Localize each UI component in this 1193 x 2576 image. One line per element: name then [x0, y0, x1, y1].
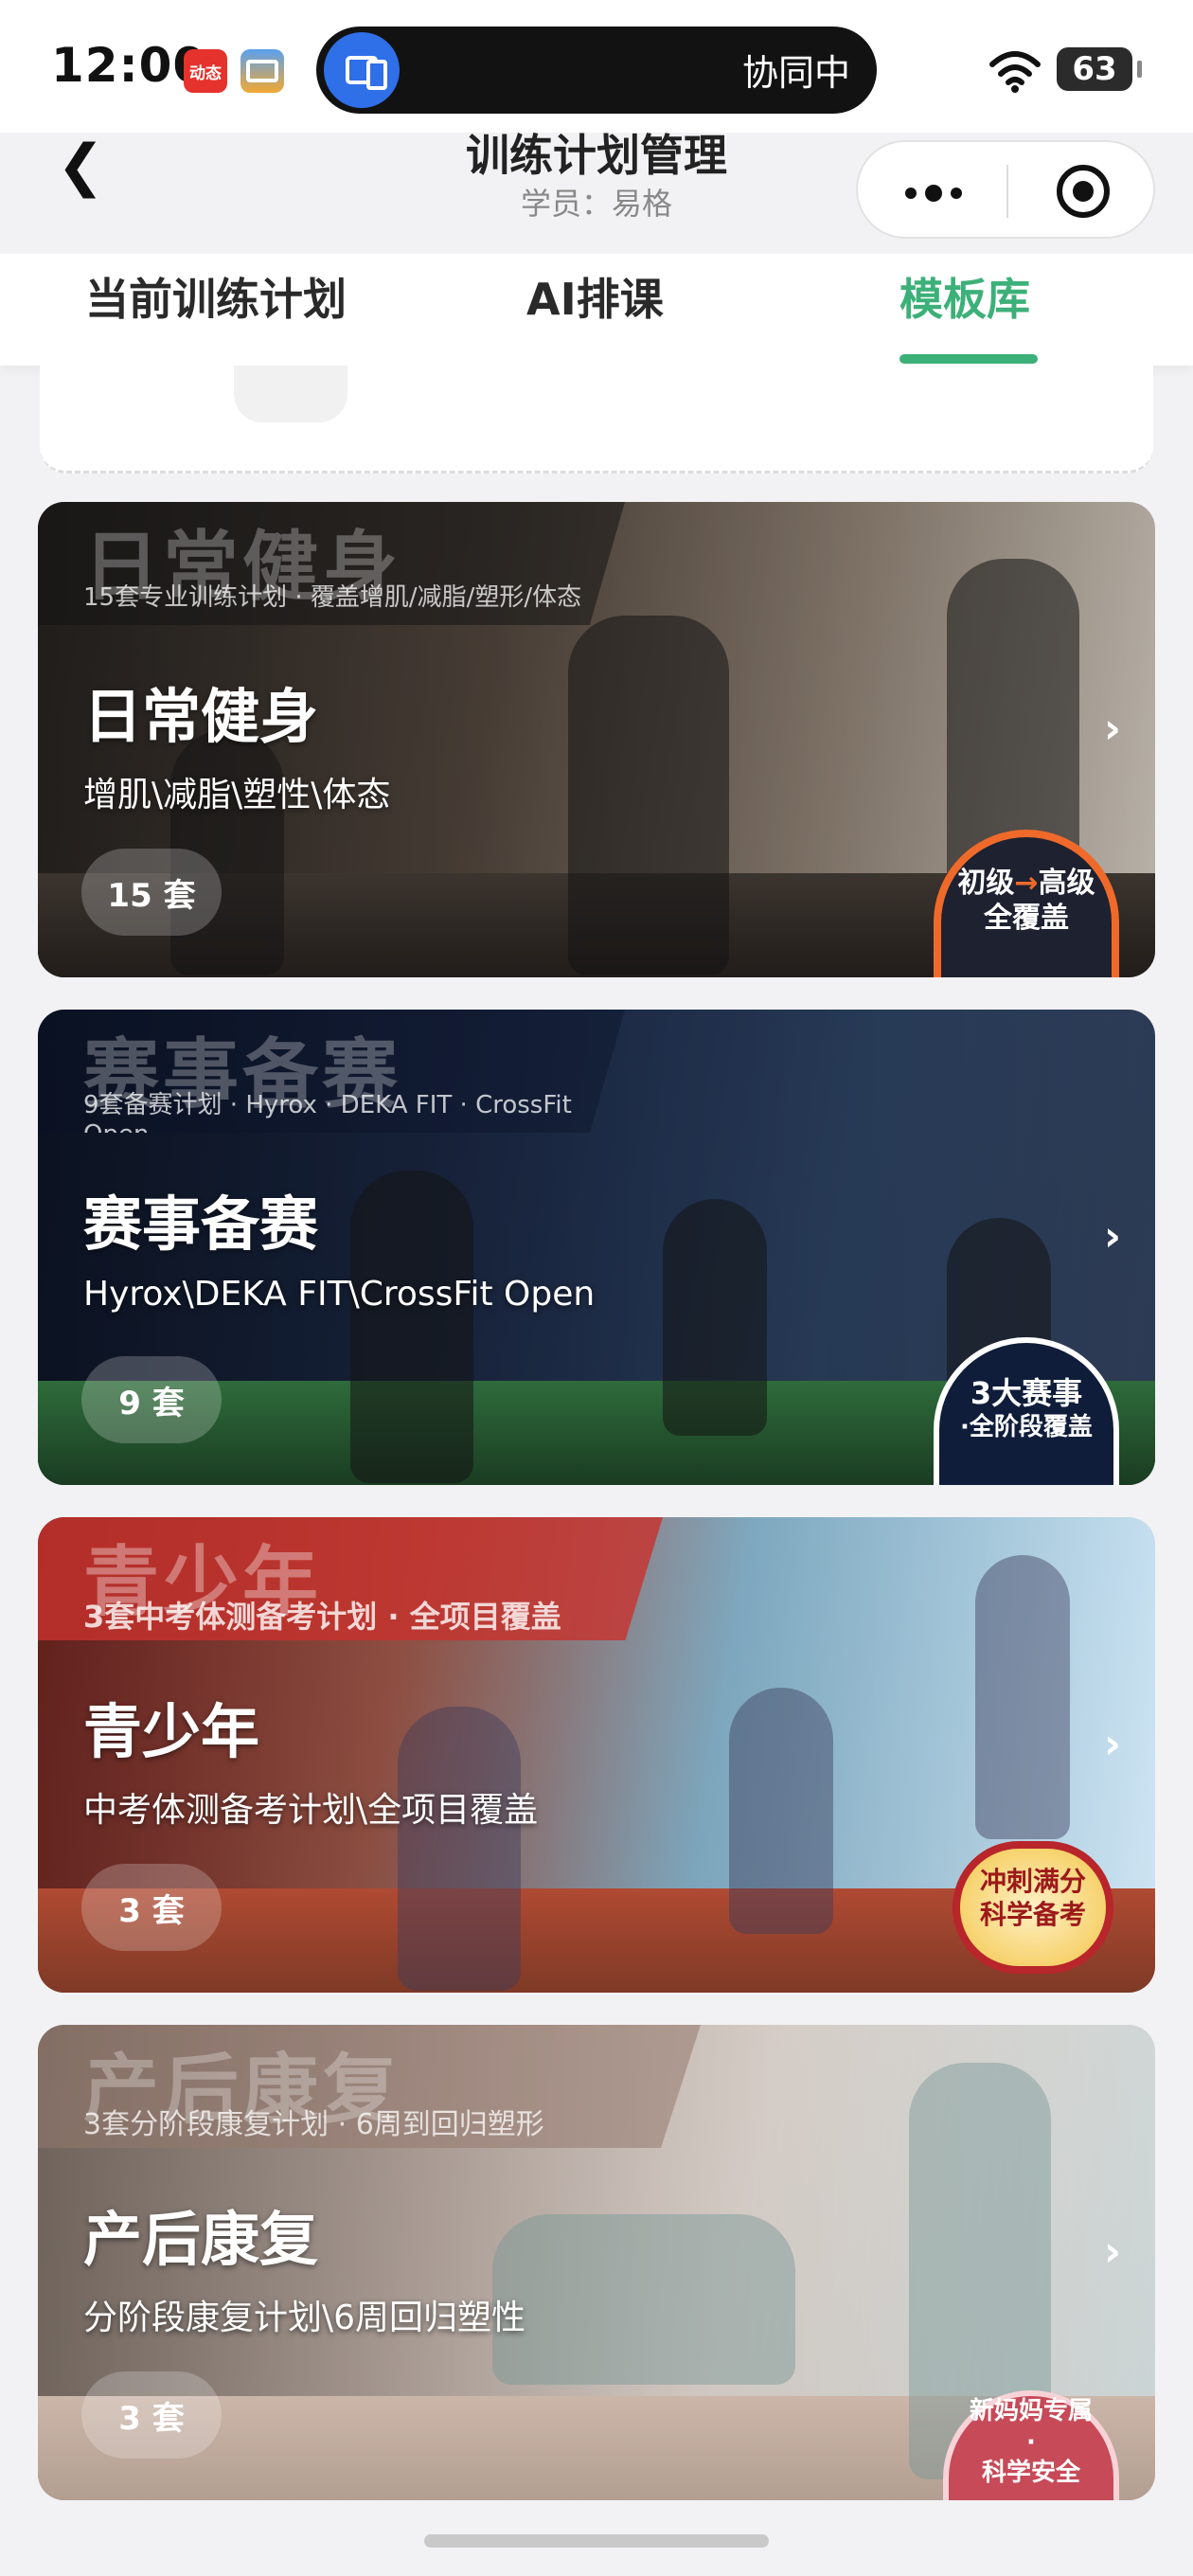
miniprogram-capsule [856, 140, 1155, 239]
app-badge-icon: 动态 [184, 49, 227, 93]
battery-icon: 63 [1057, 47, 1142, 91]
collab-pill[interactable]: 协同中 [316, 27, 877, 114]
seal-text: · [1026, 2427, 1036, 2457]
card-image-figure [398, 1707, 521, 1991]
card-description: 中考体测备考计划\全项目覆盖 [83, 1791, 539, 1830]
template-card-postpartum[interactable]: 产后康复 3套分阶段康复计划 · 6周到回归塑形 产后康复 分阶段康复计划\6周… [38, 2025, 1155, 2500]
card-banner: 青少年 3套中考体测备考计划 · 全项目覆盖 [38, 1517, 663, 1640]
active-tab-indicator [899, 354, 1038, 364]
card-image-figure [350, 1171, 473, 1483]
card-description: 增肌\减脂\塑性\体态 [83, 776, 391, 814]
wifi-icon [989, 51, 1041, 93]
template-card-daily-fitness[interactable]: 日常健身 15套专业训练计划 · 覆盖增肌/减脂/塑形/体态 日常健身 增肌\减… [38, 502, 1155, 977]
seal-text: 科学备考 [979, 1899, 1086, 1930]
arrow-right-icon: → [1014, 866, 1039, 900]
chevron-right-icon: › [1103, 1212, 1121, 1261]
card-image-figure [492, 2214, 795, 2385]
banner-subtext: 15套专业训练计划 · 覆盖增肌/减脂/塑形/体态 [83, 583, 582, 612]
medal-seal-badge: 冲刺满分 科学备考 [953, 1841, 1113, 1974]
card-image-figure [975, 1555, 1070, 1839]
screen-share-icon [324, 32, 400, 108]
previous-card-stub [40, 366, 1153, 474]
banner-subtext: 9套备赛计划 · Hyrox · DEKA FIT · CrossFit Ope… [83, 1091, 572, 1149]
banner-subtext: 3套分阶段康复计划 · 6周到回归塑形 [83, 2108, 544, 2141]
seal-text: 全覆盖 [984, 902, 1069, 935]
card-image-figure [663, 1199, 767, 1436]
plan-count-badge: 3 套 [81, 2371, 222, 2459]
tab-template-library[interactable]: 模板库 [899, 265, 1030, 328]
seal-text: ·全阶段覆盖 [960, 1412, 1093, 1441]
card-title: 赛事备赛 [83, 1190, 319, 1259]
card-image-figure [729, 1688, 833, 1934]
card-image-figure [568, 616, 729, 975]
collab-label: 协同中 [741, 52, 850, 94]
seal-text: 3大赛事 [970, 1374, 1083, 1411]
seal-text: 高级 [1038, 866, 1095, 900]
stub-chip [234, 366, 347, 422]
status-bar: 12:00 动态 协同中 63 [0, 0, 1193, 133]
banner-subtext: 3套中考体测备考计划 · 全项目覆盖 [83, 1599, 561, 1635]
seal-text: 新妈妈专属 [969, 2397, 1093, 2426]
chevron-right-icon: › [1103, 705, 1121, 753]
tab-bar: 当前训练计划 AI排课 模板库 [0, 254, 1193, 366]
card-description: 分阶段康复计划\6周回归塑性 [83, 2299, 526, 2337]
close-miniprogram-icon[interactable] [1057, 165, 1110, 218]
card-title: 日常健身 [83, 682, 319, 751]
more-menu-icon[interactable] [905, 185, 962, 202]
card-banner: 日常健身 15套专业训练计划 · 覆盖增肌/减脂/塑形/体态 [38, 502, 625, 625]
template-card-youth[interactable]: 青少年 3套中考体测备考计划 · 全项目覆盖 青少年 中考体测备考计划\全项目覆… [38, 1517, 1155, 1993]
template-card-competition[interactable]: 赛事备赛 9套备赛计划 · Hyrox · DEKA FIT · CrossFi… [38, 1010, 1155, 1485]
card-banner: 赛事备赛 9套备赛计划 · Hyrox · DEKA FIT · CrossFi… [38, 1010, 625, 1133]
chevron-right-icon: › [1103, 1720, 1121, 1768]
plan-count-badge: 15 套 [81, 849, 222, 936]
card-title: 青少年 [83, 1697, 260, 1766]
chevron-right-icon: › [1103, 2227, 1121, 2276]
tab-ai-schedule[interactable]: AI排课 [526, 265, 664, 328]
home-indicator[interactable] [424, 2534, 769, 2548]
card-title: 产后康复 [83, 2205, 319, 2274]
seal-text: 科学安全 [981, 2459, 1080, 2488]
capsule-divider [1006, 165, 1008, 218]
seal-text: 初级 [957, 866, 1015, 900]
plan-count-badge: 9 套 [81, 1356, 222, 1443]
tab-current-plan[interactable]: 当前训练计划 [85, 265, 347, 328]
card-description: Hyrox\DEKA FIT\CrossFit Open [83, 1275, 596, 1314]
card-banner: 产后康复 3套分阶段康复计划 · 6周到回归塑形 [38, 2025, 701, 2148]
wallet-icon [240, 49, 284, 93]
seal-text: 冲刺满分 [979, 1866, 1086, 1897]
plan-count-badge: 3 套 [81, 1864, 222, 1951]
